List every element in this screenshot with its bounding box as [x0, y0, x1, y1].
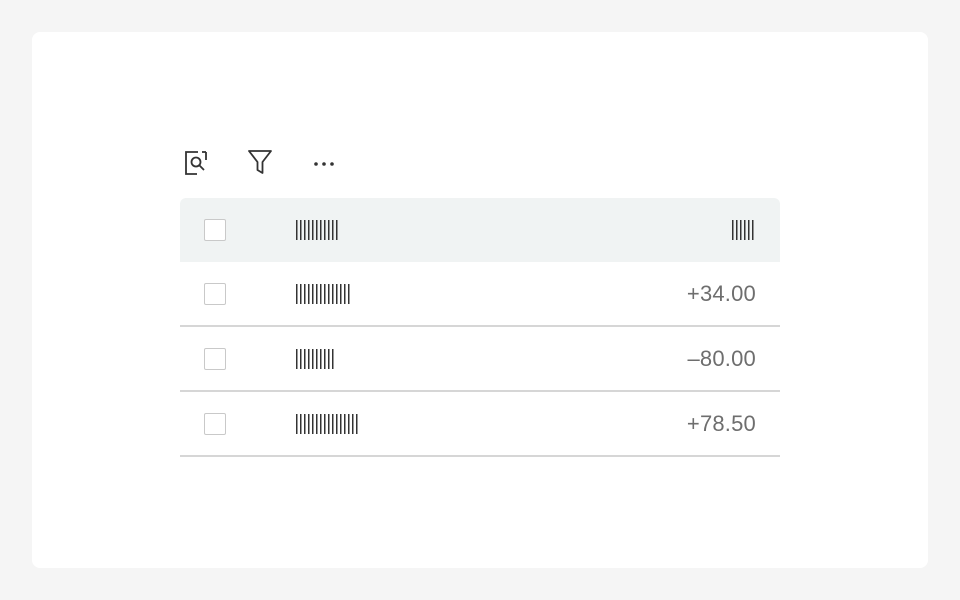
row-checkbox[interactable] [204, 282, 226, 305]
amount-cell: +34.00 [686, 280, 756, 306]
column-header-name[interactable] [296, 220, 340, 240]
redacted-text [296, 220, 340, 240]
amount-cell: +78.50 [686, 410, 756, 436]
table-header-row [180, 198, 780, 262]
more-icon [314, 162, 334, 166]
select-all-checkbox[interactable] [204, 219, 226, 241]
name-cell [296, 283, 352, 304]
more-options-button[interactable] [308, 146, 340, 178]
amount-cell: –80.00 [687, 345, 756, 371]
column-header-amount[interactable] [732, 220, 756, 240]
name-cell [296, 413, 360, 434]
search-icon [185, 151, 207, 175]
filter-button[interactable] [244, 146, 276, 178]
redacted-text [296, 348, 336, 369]
table-row[interactable]: +34.00 [180, 262, 780, 327]
search-button[interactable] [180, 146, 212, 178]
table-toolbar [180, 146, 380, 178]
table-row[interactable]: +78.50 [180, 392, 780, 457]
table-row[interactable]: –80.00 [180, 327, 780, 392]
row-checkbox[interactable] [204, 347, 226, 370]
redacted-text [296, 283, 352, 304]
redacted-text [296, 413, 360, 434]
filter-icon [248, 150, 272, 174]
redacted-text [732, 220, 756, 240]
row-checkbox[interactable] [204, 412, 226, 435]
name-cell [296, 348, 336, 369]
data-table: +34.00 –80.00 +78.50 [180, 198, 780, 457]
